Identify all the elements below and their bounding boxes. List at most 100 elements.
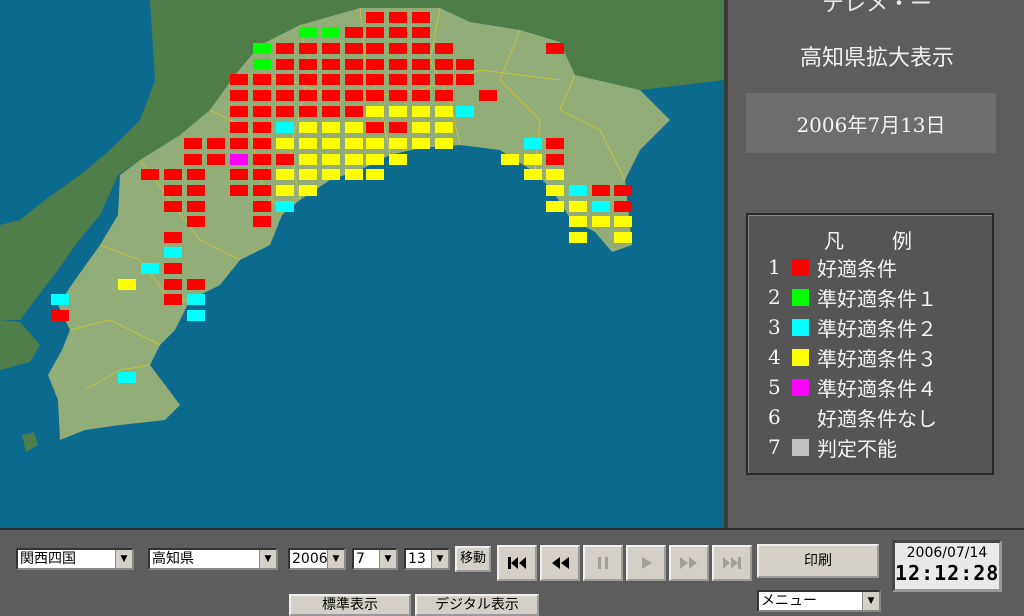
chevron-down-icon[interactable]: ▼ bbox=[115, 550, 132, 568]
condition-cell bbox=[345, 43, 363, 54]
chevron-down-icon[interactable]: ▼ bbox=[862, 592, 879, 610]
condition-cell bbox=[322, 27, 340, 38]
standard-view-button[interactable]: 標準表示 bbox=[289, 594, 411, 616]
condition-cell bbox=[479, 90, 497, 101]
condition-cell bbox=[569, 216, 587, 227]
condition-cell bbox=[389, 12, 407, 23]
legend-label: 準好適条件４ bbox=[817, 376, 937, 401]
condition-cell bbox=[345, 59, 363, 70]
condition-cell bbox=[322, 154, 340, 165]
digital-view-button[interactable]: デジタル表示 bbox=[415, 594, 539, 616]
condition-cell bbox=[253, 201, 271, 212]
condition-cell bbox=[164, 247, 182, 258]
condition-cell bbox=[322, 138, 340, 149]
region-select[interactable]: 関西四国 ▼ bbox=[16, 548, 134, 570]
condition-cell bbox=[366, 90, 384, 101]
map-area[interactable] bbox=[0, 0, 728, 528]
condition-cell bbox=[299, 43, 317, 54]
condition-cell bbox=[164, 294, 182, 305]
last-frame-button[interactable] bbox=[712, 545, 752, 581]
condition-cell bbox=[366, 12, 384, 23]
view-title: 高知県拡大表示 bbox=[799, 46, 954, 71]
legend-number: 5 bbox=[768, 375, 781, 399]
day-select[interactable]: 13 ▼ bbox=[404, 548, 450, 570]
print-button[interactable]: 印刷 bbox=[757, 544, 879, 578]
legend-item: 2 準好適条件１ bbox=[768, 283, 988, 311]
legend-title-right: 例 bbox=[892, 229, 916, 253]
condition-cell bbox=[322, 74, 340, 85]
condition-cell bbox=[366, 59, 384, 70]
condition-cell bbox=[345, 106, 363, 117]
rewind-button[interactable] bbox=[540, 545, 580, 581]
first-frame-button[interactable] bbox=[497, 545, 537, 581]
condition-cell bbox=[299, 122, 317, 133]
condition-cell bbox=[51, 310, 69, 321]
menu-value: メニュー bbox=[761, 593, 817, 609]
legend-number: 2 bbox=[768, 285, 781, 309]
condition-cell bbox=[187, 185, 205, 196]
condition-cell bbox=[366, 43, 384, 54]
legend-item: 1 好適条件 bbox=[768, 253, 988, 281]
month-select[interactable]: 7 ▼ bbox=[352, 548, 398, 570]
app-title: テレメ・ー bbox=[821, 0, 932, 17]
condition-cell bbox=[276, 74, 294, 85]
legend-label: 準好適条件１ bbox=[817, 286, 937, 311]
condition-cell bbox=[546, 169, 564, 180]
chevron-down-icon[interactable]: ▼ bbox=[379, 550, 396, 568]
pause-button[interactable] bbox=[583, 545, 623, 581]
chevron-down-icon[interactable]: ▼ bbox=[259, 550, 276, 568]
condition-cell bbox=[546, 43, 564, 54]
condition-cell bbox=[524, 169, 542, 180]
chevron-down-icon[interactable]: ▼ bbox=[431, 550, 448, 568]
legend-swatch bbox=[792, 348, 809, 366]
condition-cell bbox=[322, 59, 340, 70]
condition-cell bbox=[435, 74, 453, 85]
condition-cell bbox=[435, 59, 453, 70]
condition-cell bbox=[184, 154, 202, 165]
play-button[interactable] bbox=[626, 545, 666, 581]
legend-label: 好適条件なし bbox=[817, 406, 937, 431]
condition-cell bbox=[614, 201, 632, 212]
move-button[interactable]: 移動 bbox=[455, 546, 491, 572]
condition-cell bbox=[253, 74, 271, 85]
condition-cell bbox=[435, 138, 453, 149]
condition-cell bbox=[456, 106, 474, 117]
condition-cell bbox=[389, 74, 407, 85]
prefecture-select[interactable]: 高知県 ▼ bbox=[148, 548, 278, 570]
condition-cell bbox=[253, 43, 271, 54]
condition-cell bbox=[389, 43, 407, 54]
condition-cell bbox=[164, 263, 182, 274]
condition-cell bbox=[299, 106, 317, 117]
legend-number: 3 bbox=[768, 315, 781, 339]
condition-cell bbox=[366, 74, 384, 85]
fast-forward-icon bbox=[680, 557, 697, 569]
condition-cell bbox=[389, 154, 407, 165]
legend-item: 5 準好適条件４ bbox=[768, 373, 988, 401]
condition-cell bbox=[412, 27, 430, 38]
legend-number: 4 bbox=[768, 345, 781, 369]
condition-cell bbox=[253, 138, 271, 149]
condition-cell bbox=[412, 122, 430, 133]
condition-cell bbox=[569, 185, 587, 196]
menu-select[interactable]: メニュー ▼ bbox=[757, 590, 881, 612]
year-select[interactable]: 2006 ▼ bbox=[288, 548, 346, 570]
condition-cell bbox=[230, 154, 248, 165]
condition-cell bbox=[230, 122, 248, 133]
condition-cell bbox=[456, 74, 474, 85]
condition-cell bbox=[345, 154, 363, 165]
condition-cell bbox=[207, 138, 225, 149]
condition-cell bbox=[366, 154, 384, 165]
legend-item: 3 準好適条件２ bbox=[768, 313, 988, 341]
condition-cell bbox=[412, 59, 430, 70]
condition-cell bbox=[366, 106, 384, 117]
condition-cell bbox=[276, 138, 294, 149]
condition-cell bbox=[389, 138, 407, 149]
condition-cell bbox=[253, 154, 271, 165]
legend-item: 4 準好適条件３ bbox=[768, 343, 988, 371]
condition-cell bbox=[276, 90, 294, 101]
fast-forward-button[interactable] bbox=[669, 545, 709, 581]
legend-item: 7 判定不能 bbox=[768, 433, 988, 461]
chevron-down-icon[interactable]: ▼ bbox=[327, 550, 344, 568]
condition-cell bbox=[524, 154, 542, 165]
condition-cell bbox=[389, 27, 407, 38]
